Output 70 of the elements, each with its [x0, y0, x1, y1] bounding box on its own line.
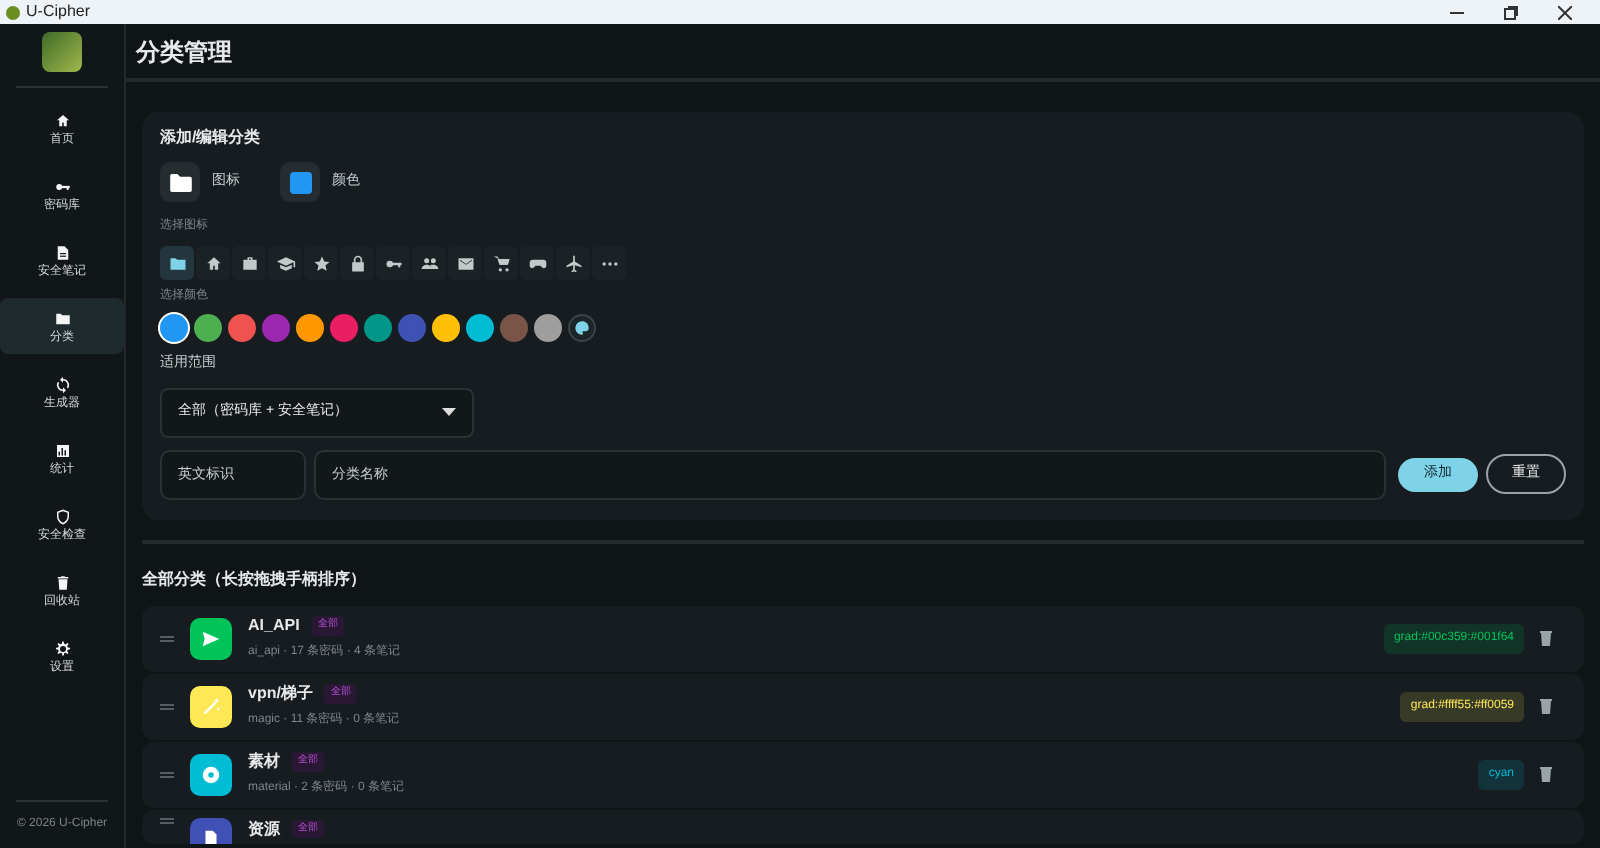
shield-icon — [53, 507, 71, 525]
icon-option[interactable] — [304, 246, 338, 280]
color-option[interactable] — [432, 314, 460, 342]
color-option[interactable] — [534, 314, 562, 342]
mail-icon — [455, 253, 475, 273]
color-option[interactable] — [364, 314, 392, 342]
color-option[interactable] — [160, 314, 188, 342]
magic-wand-icon — [200, 695, 222, 717]
icon-option[interactable] — [232, 246, 266, 280]
custom-color-button[interactable] — [568, 314, 596, 342]
home-icon — [203, 253, 223, 273]
icon-option[interactable] — [412, 246, 446, 280]
icon-option[interactable] — [592, 246, 626, 280]
color-option[interactable] — [466, 314, 494, 342]
star-icon — [311, 253, 331, 273]
trash-icon[interactable] — [1540, 630, 1552, 646]
palette-icon — [574, 320, 590, 336]
trash-icon — [53, 573, 71, 591]
graduation-cap-icon — [275, 253, 295, 273]
category-name: 素材 — [248, 750, 280, 774]
page-title: 分类管理 — [136, 35, 232, 69]
app-logo-icon — [42, 32, 82, 72]
category-name: 资源 — [248, 817, 280, 841]
color-option[interactable] — [500, 314, 528, 342]
section-title: 添加/编辑分类 — [160, 126, 263, 150]
trash-icon[interactable] — [1540, 698, 1552, 714]
icon-option[interactable] — [196, 246, 230, 280]
maximize-icon[interactable] — [1504, 5, 1518, 19]
close-icon[interactable] — [1558, 5, 1572, 19]
lock-icon — [347, 253, 367, 273]
icon-option[interactable] — [160, 246, 194, 280]
icon-option[interactable] — [556, 246, 590, 280]
icon-option[interactable] — [376, 246, 410, 280]
people-icon — [419, 253, 439, 273]
folder-icon — [169, 173, 191, 191]
home-icon — [53, 111, 71, 129]
color-option[interactable] — [262, 314, 290, 342]
caret-icon — [442, 408, 456, 416]
icon-option[interactable] — [340, 246, 374, 280]
color-option[interactable] — [296, 314, 324, 342]
trash-icon[interactable] — [1540, 766, 1552, 782]
gear-icon — [53, 639, 71, 657]
drag-handle-icon[interactable] — [160, 817, 174, 823]
window-title: U-Cipher — [26, 4, 91, 20]
chart-icon — [53, 441, 71, 459]
folder-icon — [167, 253, 187, 273]
color-option[interactable] — [228, 314, 256, 342]
send-icon — [200, 627, 222, 649]
drag-handle-icon[interactable] — [160, 635, 174, 641]
app-logo-icon — [6, 5, 20, 19]
icon-option[interactable] — [448, 246, 482, 280]
category-name: vpn/梯子 — [248, 682, 313, 706]
folder-icon — [53, 309, 71, 327]
color-option[interactable] — [330, 314, 358, 342]
cart-icon — [491, 253, 511, 273]
color-option[interactable] — [398, 314, 426, 342]
minimize-icon[interactable] — [1450, 11, 1464, 13]
document-icon — [53, 243, 71, 261]
sync-icon — [53, 375, 71, 393]
icon-option[interactable] — [520, 246, 554, 280]
file-icon — [200, 827, 222, 843]
section-title: 全部分类（长按拖拽手柄排序） — [142, 567, 368, 591]
airplane-icon — [563, 253, 583, 273]
icon-option[interactable] — [484, 246, 518, 280]
drag-handle-icon[interactable] — [160, 703, 174, 709]
drag-handle-icon[interactable] — [160, 771, 174, 777]
icon-option[interactable] — [268, 246, 302, 280]
briefcase-icon — [239, 253, 259, 273]
category-name: AI_API — [248, 614, 300, 638]
color-option[interactable] — [194, 314, 222, 342]
